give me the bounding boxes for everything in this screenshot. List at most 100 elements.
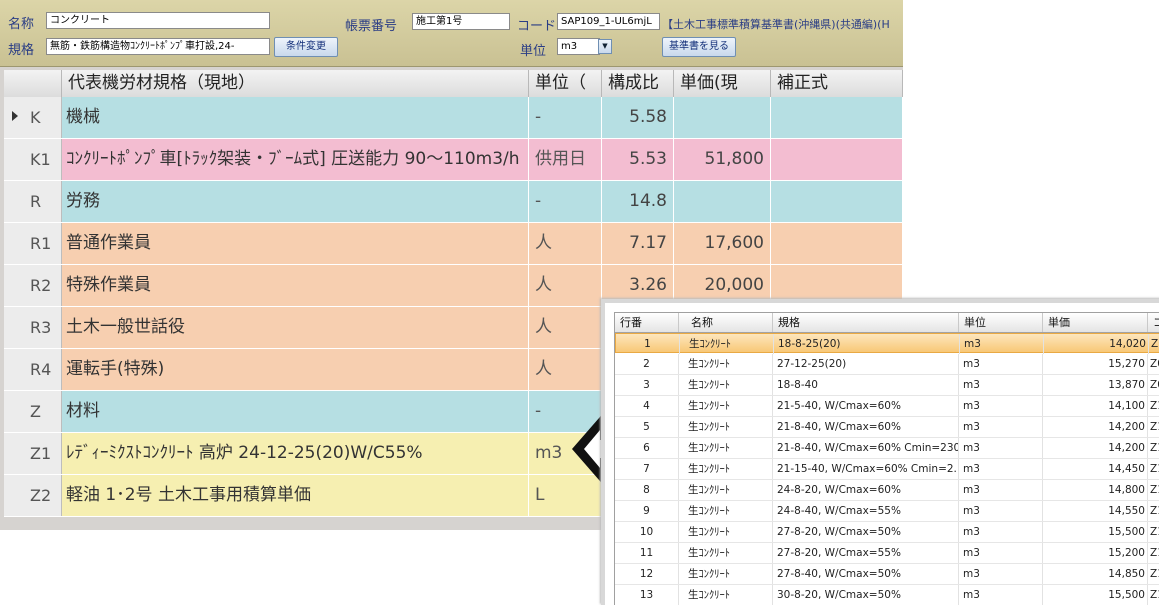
column-header-spec[interactable]: 代表機労材規格（現地） <box>62 70 529 97</box>
popup-row-unit: m3 <box>959 564 1043 584</box>
unit-select[interactable]: m3 <box>557 38 600 55</box>
row-name[interactable]: 機械 <box>62 97 529 138</box>
popup-row-unit: m3 <box>959 585 1043 605</box>
grid-row[interactable]: R 労務 -14.8 <box>4 181 903 223</box>
grid-row[interactable]: K1 ｺﾝｸﾘｰﾄﾎﾟﾝﾌﾟ車[ﾄﾗｯｸ架装・ﾌﾞｰﾑ式] 圧送能力 90～110… <box>4 139 903 181</box>
row-unit[interactable]: 人 <box>529 307 602 348</box>
row-ratio[interactable]: 14.8 <box>602 181 674 222</box>
popup-row-price: 14,850 <box>1043 564 1148 584</box>
popup-row-code: Z104 <box>1148 396 1159 416</box>
popup-row-spec: 24-8-20, W/Cmax=60% <box>773 480 959 500</box>
popup-row-spec: 27-8-20, W/Cmax=55% <box>773 543 959 563</box>
row-name[interactable]: 労務 <box>62 181 529 222</box>
popup-list-row[interactable]: 1生ｺﾝｸﾘｰﾄ18-8-25(20)m314,020Z002 <box>615 333 1159 354</box>
popup-list-row[interactable]: 9生ｺﾝｸﾘｰﾄ24-8-40, W/Cmax=55%m314,550Z104 <box>615 501 1159 522</box>
popup-row-no: 8 <box>615 480 679 500</box>
popup-list-row[interactable]: 3生ｺﾝｸﾘｰﾄ18-8-40m313,870Z002 <box>615 375 1159 396</box>
popup-list-row[interactable]: 2生ｺﾝｸﾘｰﾄ27-12-25(20)m315,270Z002 <box>615 354 1159 375</box>
row-code[interactable]: Z1 <box>4 433 62 474</box>
row-code[interactable]: Z <box>4 391 62 432</box>
popup-row-code: Z002 <box>1148 375 1159 395</box>
grid-corner <box>4 70 62 97</box>
popup-column-spec[interactable]: 規格 <box>773 313 959 332</box>
row-price[interactable] <box>674 181 771 222</box>
popup-row-name: 生ｺﾝｸﾘｰﾄ <box>679 501 773 521</box>
popup-list-row[interactable]: 4生ｺﾝｸﾘｰﾄ21-5-40, W/Cmax=60%m314,100Z104 <box>615 396 1159 417</box>
row-name[interactable]: ﾚﾃﾞｨｰﾐｸｽﾄｺﾝｸﾘｰﾄ 高炉 24-12-25(20)W/C55% <box>62 433 529 474</box>
popup-column-price[interactable]: 単価 <box>1043 313 1148 332</box>
row-code[interactable]: R2 <box>4 265 62 306</box>
popup-list-row[interactable]: 5生ｺﾝｸﾘｰﾄ21-8-40, W/Cmax=60%m314,200Z104 <box>615 417 1159 438</box>
row-correction[interactable] <box>771 223 903 264</box>
column-header-price[interactable]: 単価(現 <box>674 70 771 97</box>
spec-field[interactable]: 無筋・鉄筋構造物ｺﾝｸﾘｰﾄﾎﾟﾝﾌﾟ車打設,24- <box>46 38 270 55</box>
popup-column-name[interactable]: 名称 <box>679 313 773 332</box>
column-header-ratio[interactable]: 構成比 <box>602 70 674 97</box>
row-name[interactable]: ｺﾝｸﾘｰﾄﾎﾟﾝﾌﾟ車[ﾄﾗｯｸ架装・ﾌﾞｰﾑ式] 圧送能力 90～110m3… <box>62 139 529 180</box>
row-unit[interactable]: 人 <box>529 223 602 264</box>
row-code[interactable]: R1 <box>4 223 62 264</box>
popup-list-row[interactable]: 12生ｺﾝｸﾘｰﾄ27-8-40, W/Cmax=50%m314,850Z104 <box>615 564 1159 585</box>
column-header-unit[interactable]: 単位（ <box>529 70 602 97</box>
popup-list-row[interactable]: 8生ｺﾝｸﾘｰﾄ24-8-20, W/Cmax=60%m314,800Z104 <box>615 480 1159 501</box>
row-unit[interactable]: - <box>529 181 602 222</box>
popup-row-code: Z104 <box>1148 480 1159 500</box>
chevron-down-icon[interactable]: ▼ <box>598 39 612 54</box>
popup-column-code[interactable]: コー <box>1148 313 1159 332</box>
popup-row-code: Z104 <box>1148 501 1159 521</box>
row-name[interactable]: 特殊作業員 <box>62 265 529 306</box>
row-unit[interactable]: 人 <box>529 349 602 390</box>
popup-row-spec: 27-12-25(20) <box>773 354 959 374</box>
row-ratio[interactable]: 5.53 <box>602 139 674 180</box>
row-name[interactable]: 材料 <box>62 391 529 432</box>
grid-row[interactable]: R1 普通作業員人 7.17 17,600 <box>4 223 903 265</box>
name-field[interactable]: コンクリート <box>46 12 270 29</box>
column-header-correction[interactable]: 補正式 <box>771 70 903 97</box>
popup-list-row[interactable]: 11生ｺﾝｸﾘｰﾄ27-8-20, W/Cmax=55%m315,200Z104 <box>615 543 1159 564</box>
popup-row-code: Z104 <box>1148 564 1159 584</box>
popup-row-no: 9 <box>615 501 679 521</box>
row-code[interactable]: R3 <box>4 307 62 348</box>
name-label: 名称 <box>8 17 35 32</box>
popup-row-unit: m3 <box>959 417 1043 437</box>
popup-list-row[interactable]: 7 生ｺﾝｸﾘｰﾄ 21-15-40, W/Cmax=60% Cmin=2... m3… <box>615 459 1159 480</box>
form-no-field[interactable]: 施工第1号 <box>412 13 510 30</box>
row-price[interactable]: 17,600 <box>674 223 771 264</box>
row-price[interactable]: 51,800 <box>674 139 771 180</box>
popup-row-name: 生ｺﾝｸﾘｰﾄ <box>679 375 773 395</box>
row-name[interactable]: 運転手(特殊) <box>62 349 529 390</box>
popup-list-row[interactable]: 6 生ｺﾝｸﾘｰﾄ 21-8-40, W/Cmax=60% Cmin=230kg m3… <box>615 438 1159 459</box>
row-correction[interactable] <box>771 139 903 180</box>
popup-row-price: 14,550 <box>1043 501 1148 521</box>
row-code[interactable]: K1 <box>4 139 62 180</box>
code-field[interactable]: SAP109_1-UL6mjL <box>557 13 660 30</box>
row-name[interactable]: 普通作業員 <box>62 223 529 264</box>
row-price[interactable] <box>674 97 771 138</box>
row-code[interactable]: R4 <box>4 349 62 390</box>
popup-row-price: 14,450 <box>1043 459 1148 479</box>
popup-row-unit: m3 <box>959 543 1043 563</box>
popup-row-spec: 21-15-40, W/Cmax=60% Cmin=2... <box>773 459 959 479</box>
header-panel: 名称 コンクリート 規格 無筋・鉄筋構造物ｺﾝｸﾘｰﾄﾎﾟﾝﾌﾟ車打設,24- … <box>0 0 903 67</box>
popup-row-spec: 21-5-40, W/Cmax=60% <box>773 396 959 416</box>
popup-list-row[interactable]: 13生ｺﾝｸﾘｰﾄ30-8-20, W/Cmax=50%m315,500Z104 <box>615 585 1159 605</box>
grid-row[interactable]: K 機械 -5.58 <box>4 97 903 139</box>
row-name[interactable]: 土木一般世話役 <box>62 307 529 348</box>
row-unit[interactable]: 人 <box>529 265 602 306</box>
row-ratio[interactable]: 5.58 <box>602 97 674 138</box>
popup-column-unit[interactable]: 単位 <box>959 313 1043 332</box>
row-unit[interactable]: 供用日 <box>529 139 602 180</box>
popup-column-no[interactable]: 行番 <box>615 313 679 332</box>
row-unit[interactable]: - <box>529 97 602 138</box>
popup-row-price: 14,100 <box>1043 396 1148 416</box>
view-standard-button[interactable]: 基準書を見る <box>662 37 736 57</box>
row-code[interactable]: Z2 <box>4 475 62 516</box>
row-correction[interactable] <box>771 181 903 222</box>
condition-change-button[interactable]: 条件変更 <box>274 37 338 57</box>
row-code[interactable]: R <box>4 181 62 222</box>
popup-list-row[interactable]: 10生ｺﾝｸﾘｰﾄ27-8-20, W/Cmax=50%m315,500Z104 <box>615 522 1159 543</box>
row-ratio[interactable]: 7.17 <box>602 223 674 264</box>
row-name[interactable]: 軽油 1･2号 土木工事用積算単価 <box>62 475 529 516</box>
row-correction[interactable] <box>771 97 903 138</box>
popup-row-spec: 21-8-40, W/Cmax=60% <box>773 417 959 437</box>
